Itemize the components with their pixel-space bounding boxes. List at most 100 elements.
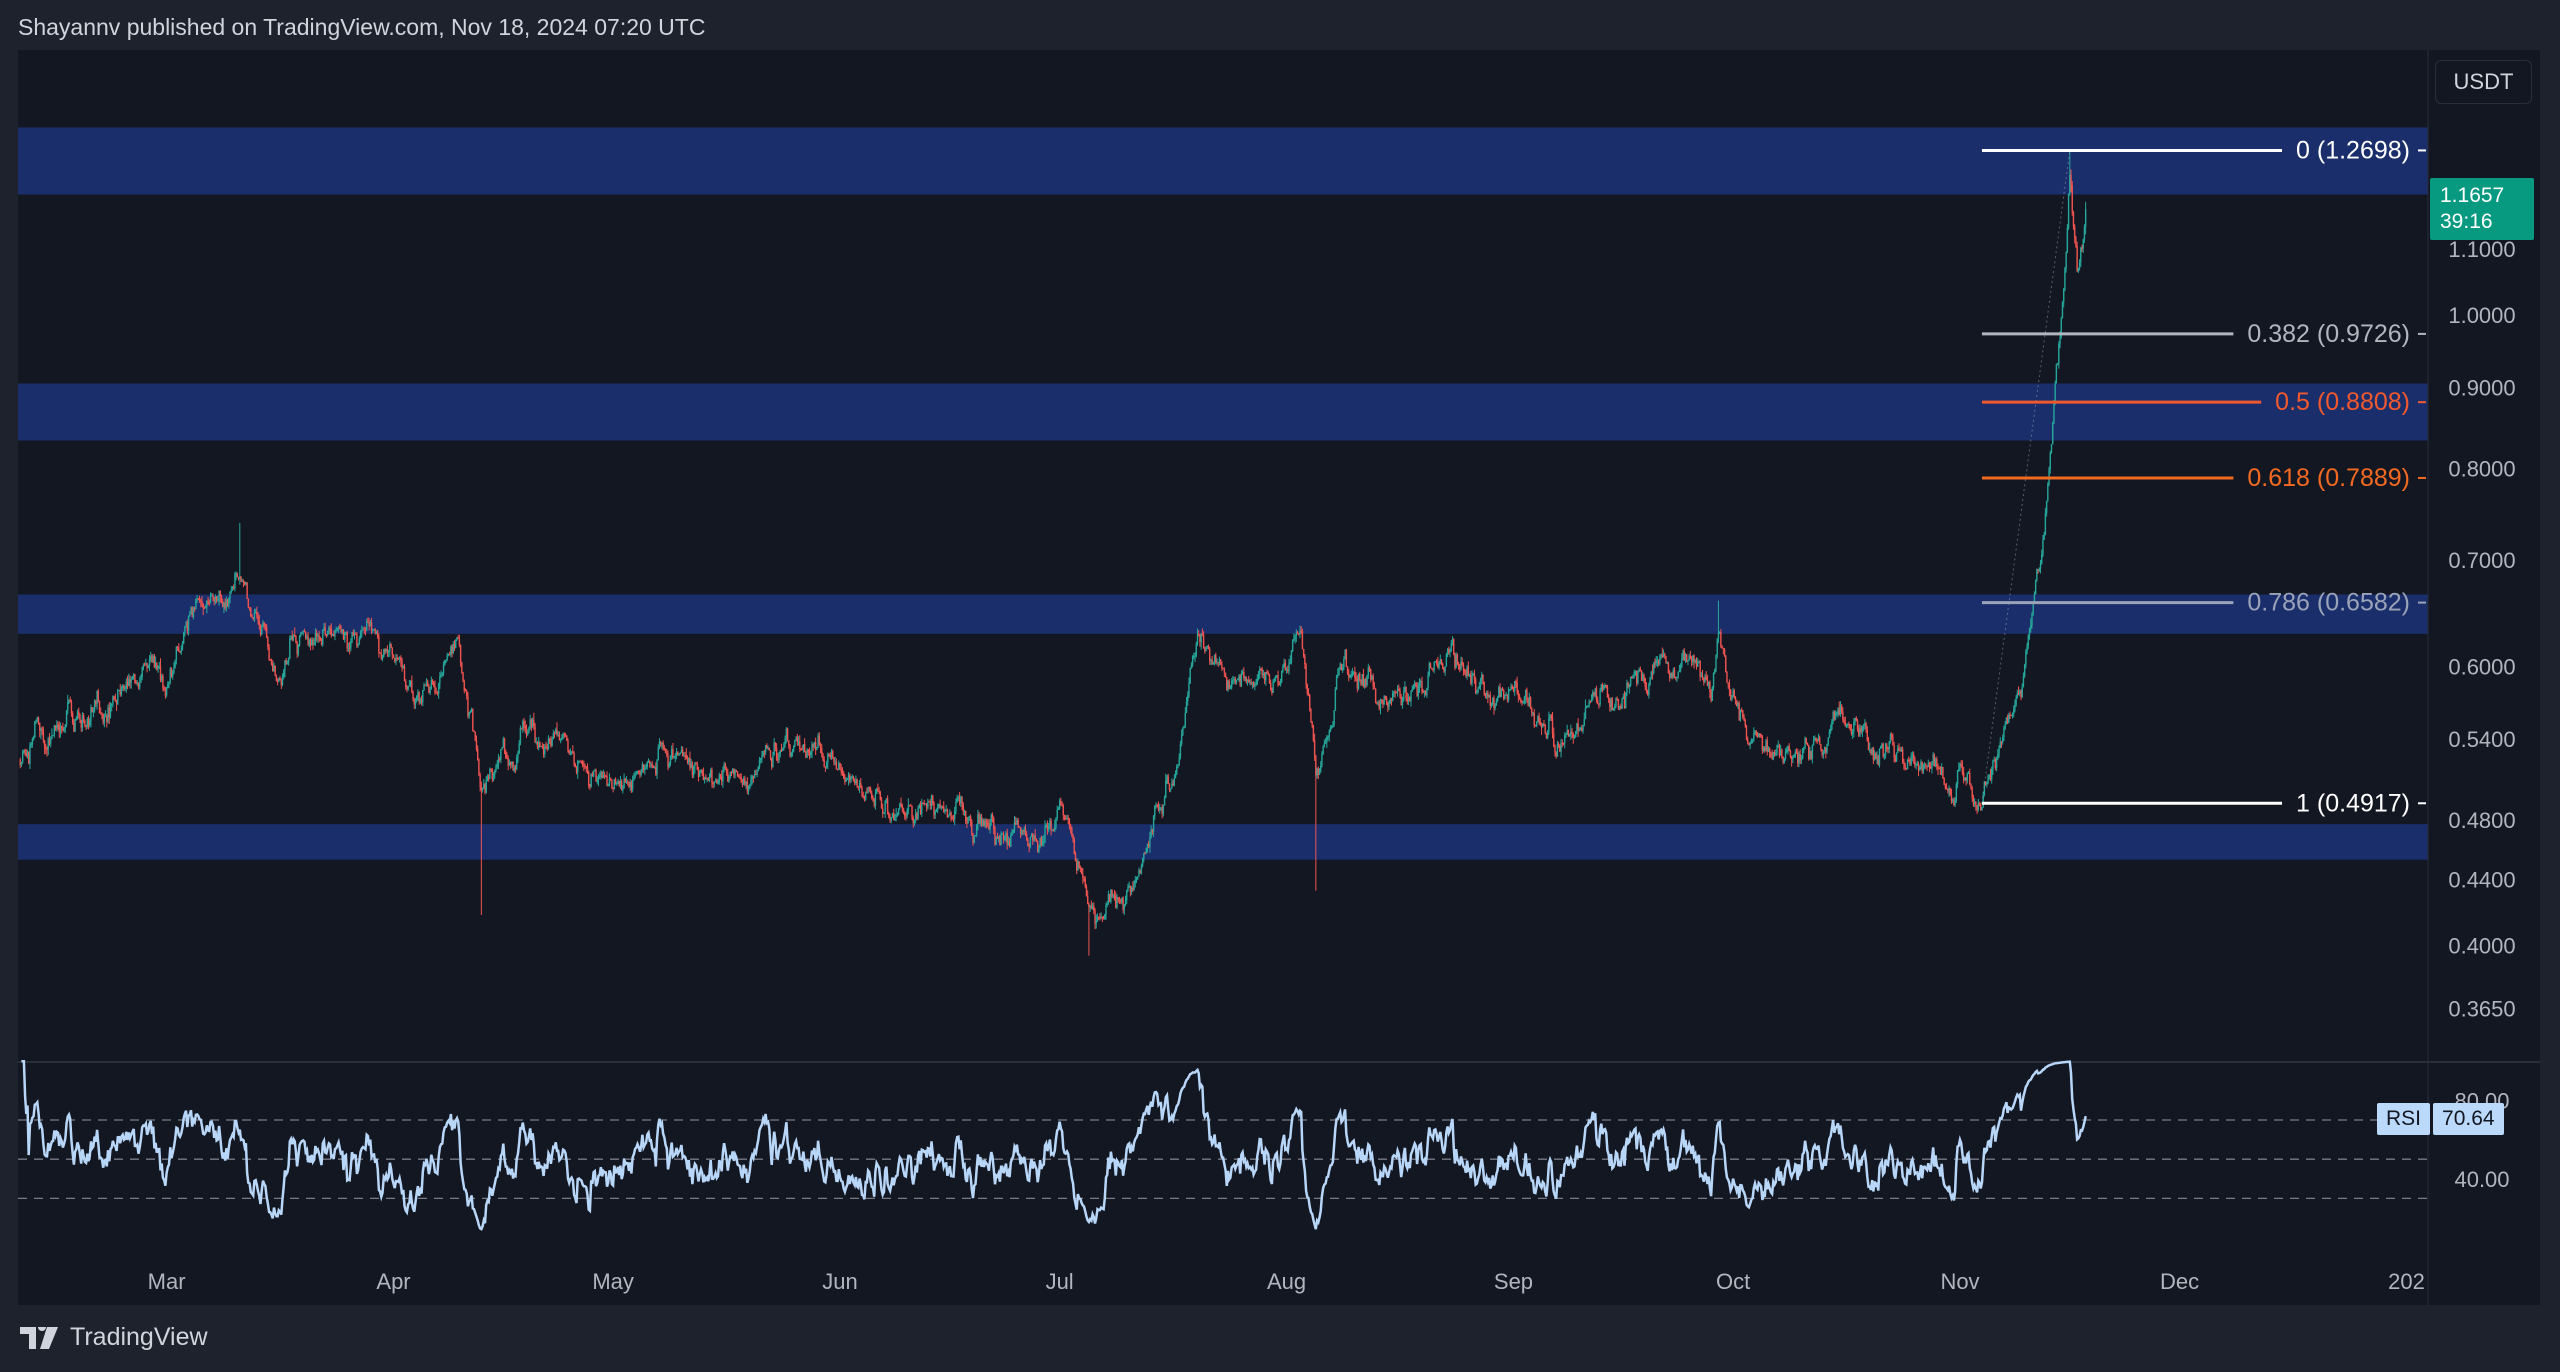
candle-body: [700, 769, 702, 773]
candle-body: [1123, 904, 1125, 910]
candle-body: [73, 722, 75, 732]
tradingview-logo[interactable]: TradingView: [20, 1323, 208, 1352]
candle-body: [1243, 672, 1245, 678]
candle-body: [855, 779, 857, 784]
candle-body: [596, 779, 598, 782]
candle-body: [1620, 706, 1622, 709]
candle-body: [921, 802, 923, 814]
candle-body: [125, 681, 128, 689]
candle-body: [1524, 689, 1527, 697]
candle-body: [331, 634, 334, 636]
candle-body: [1084, 878, 1086, 887]
candle-body: [1344, 649, 1346, 660]
candle-body: [1966, 773, 1969, 781]
candle-body: [917, 807, 919, 819]
candle-body: [1682, 650, 1684, 660]
candle-body: [761, 755, 763, 759]
candle-body: [1989, 775, 1992, 780]
candle-body: [126, 681, 129, 687]
candle-body: [1804, 737, 1806, 748]
candle-body: [185, 622, 187, 627]
candle-body: [575, 767, 578, 773]
candle-body: [390, 643, 392, 648]
candle-body: [1166, 776, 1168, 781]
candle-body: [1287, 669, 1289, 672]
price-chart[interactable]: 0 (1.2698)0.382 (0.9726)0.5 (0.8808)0.61…: [0, 0, 2560, 1372]
candle-body: [1714, 669, 1716, 674]
price-tick-label: 0.7000: [2448, 548, 2515, 573]
candle-body: [966, 821, 968, 824]
candle-body: [451, 646, 453, 654]
candle-body: [1477, 688, 1479, 693]
fib-level-label: 0.618 (0.7889): [2247, 464, 2410, 492]
candle-body: [749, 785, 751, 790]
candle-body: [623, 778, 625, 788]
candle-body: [1540, 725, 1543, 728]
candle-body: [995, 837, 997, 845]
candle-body: [986, 823, 989, 825]
candle-body: [745, 781, 747, 784]
candle-body: [1579, 728, 1582, 731]
candle-body: [1154, 805, 1156, 816]
candle-body: [1886, 744, 1888, 749]
candle-body: [711, 769, 713, 784]
candle-body: [1859, 727, 1861, 736]
candle-body: [641, 764, 644, 772]
candle-body: [599, 775, 601, 777]
candle-body: [1594, 688, 1596, 696]
candle-body: [36, 717, 38, 721]
candle-body: [450, 646, 452, 655]
last-price-value: 1.1657: [2440, 184, 2505, 208]
candle-body: [546, 747, 548, 750]
candle-body: [1803, 747, 1805, 749]
candle-body: [2063, 289, 2065, 302]
candle-body: [508, 762, 511, 766]
candle-body: [945, 809, 947, 811]
candle-body: [633, 777, 635, 780]
time-tick-label: Apr: [376, 1269, 410, 1294]
candle-body: [690, 763, 692, 768]
candle-body: [35, 720, 37, 722]
candle-body: [2081, 247, 2083, 249]
candle-body: [712, 783, 714, 785]
candle-body: [925, 803, 928, 808]
candle-body: [91, 707, 93, 713]
candle-body: [1775, 753, 1777, 755]
candle-body: [1758, 733, 1760, 738]
candle-body: [112, 696, 114, 704]
candle-body: [120, 687, 123, 695]
candle-body: [1707, 681, 1710, 686]
candle-body: [1349, 677, 1351, 679]
candle-body: [864, 792, 867, 800]
candle-body: [585, 766, 587, 768]
candle-body: [882, 808, 884, 814]
candle-body: [1327, 736, 1329, 738]
candle-body: [1566, 729, 1568, 735]
candle-body: [213, 597, 215, 602]
candle-body: [104, 716, 107, 718]
candle-body: [2034, 580, 2037, 595]
candle-body: [872, 797, 874, 799]
candle-body: [760, 758, 762, 761]
candle-body: [564, 734, 567, 736]
candle-body: [601, 771, 603, 779]
candle-body: [1747, 739, 1749, 743]
candle-body: [1455, 654, 1457, 668]
candle-body: [1062, 805, 1064, 816]
candle-body: [589, 785, 591, 787]
candle-body: [1616, 698, 1618, 700]
candle-body: [324, 627, 326, 635]
candle-body: [114, 699, 117, 701]
candle-body: [263, 622, 265, 626]
candle-body: [1503, 690, 1505, 700]
candle-body: [1453, 638, 1455, 655]
candle-body: [568, 750, 570, 754]
currency-button[interactable]: USDT: [2435, 60, 2532, 104]
candle-body: [1385, 698, 1388, 703]
candle-body: [730, 772, 733, 774]
candle-body: [747, 789, 750, 792]
candle-body: [381, 656, 384, 659]
candle-body: [1638, 668, 1640, 672]
candle-body: [1575, 731, 1577, 738]
candle-body: [192, 607, 195, 618]
